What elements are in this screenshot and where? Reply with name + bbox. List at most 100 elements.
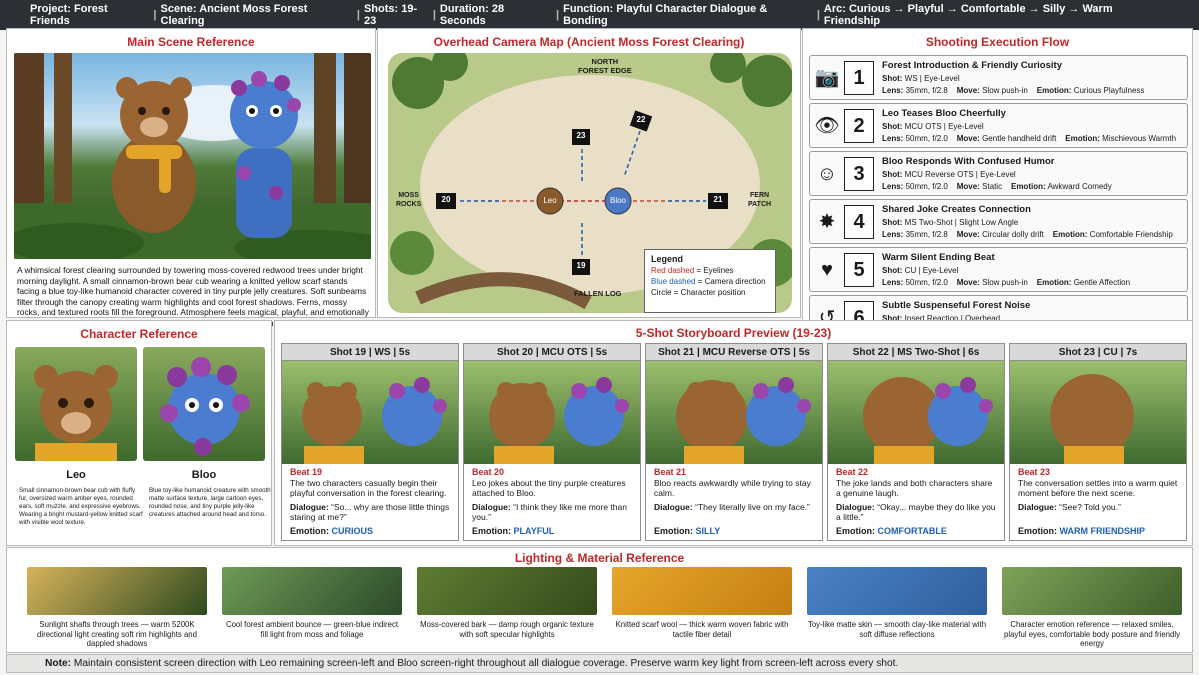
beat-text: The two characters casually begin their … bbox=[290, 477, 447, 499]
north-label: NORTH bbox=[591, 57, 619, 66]
flow-step-number: 1 bbox=[844, 61, 874, 95]
shot-frame bbox=[1010, 361, 1186, 464]
move-label: Move: bbox=[956, 182, 980, 191]
shot-header: Shot 19 | WS | 5s bbox=[282, 344, 458, 361]
shot-emotion: Emotion: COMFORTABLE bbox=[836, 526, 947, 536]
lighting-swatch: Cool forest ambient bounce — green-blue … bbox=[222, 567, 402, 649]
swatch-image bbox=[27, 567, 207, 615]
legend-circle: Circle = Character position bbox=[651, 288, 746, 297]
dialogue-text: “They literally live on my face.” bbox=[695, 501, 810, 512]
storyboard-shot: Shot 19 | WS | 5s Beat 19 The two characte… bbox=[281, 343, 459, 541]
move-value: Slow push-in bbox=[982, 278, 1028, 287]
lens-value: 50mm, f/2.0 bbox=[905, 134, 948, 143]
storyboard-shot: Shot 21 | MCU Reverse OTS | 5s Beat 21 Blo… bbox=[645, 343, 823, 541]
dialogue-label: Dialogue: bbox=[836, 501, 875, 512]
flow-step-title: Warm Silent Ending Beat bbox=[882, 252, 995, 263]
camera-21-label: 21 bbox=[713, 195, 723, 204]
shot-illustration bbox=[863, 377, 993, 464]
move-label: Move: bbox=[956, 134, 980, 143]
emotion-label: Emotion: bbox=[1036, 278, 1072, 287]
lens-label: Lens: bbox=[882, 182, 904, 191]
lighting-swatch: Character emotion reference — relaxed sm… bbox=[1002, 567, 1182, 649]
flow-step-number: 3 bbox=[844, 157, 874, 191]
character-reference-title: Character Reference bbox=[80, 327, 198, 341]
swatch-caption: Sunlight shafts through trees — warm 520… bbox=[37, 620, 197, 649]
flow-step: ☺ 3 Bloo Responds With Confused Humor Shot:… bbox=[809, 151, 1188, 196]
dialogue-label: Dialogue: bbox=[1018, 501, 1057, 512]
flow-step-title: Subtle Suspenseful Forest Noise bbox=[882, 300, 1031, 311]
shot-frame bbox=[646, 361, 822, 464]
separator: | bbox=[816, 9, 820, 21]
swatch-caption: Knitted scarf wool — thick warm woven fa… bbox=[615, 620, 789, 639]
bloo-description: Blue toy-like humanoid creature with smo… bbox=[149, 487, 271, 518]
swatch-caption: Cool forest ambient bounce — green-blue … bbox=[225, 620, 399, 639]
emotion-value: Gentle Affection bbox=[1073, 278, 1131, 287]
lighting-swatch: Knitted scarf wool — thick warm woven fa… bbox=[612, 567, 792, 649]
shot-illustration bbox=[302, 377, 447, 464]
separator: | bbox=[356, 9, 360, 21]
flow-step-meta: Lens: 50mm, f/2.0 Move: Gentle handheld … bbox=[882, 134, 1176, 143]
label-moss-rocks: MOSS ROCKS bbox=[396, 191, 421, 209]
camera-map-panel: Overhead Camera Map (Ancient Moss Forest… bbox=[377, 28, 801, 318]
lighting-swatch: Toy-like matte skin — smooth clay-like m… bbox=[807, 567, 987, 649]
note-label: Note: bbox=[45, 658, 72, 669]
flow-step-number: 2 bbox=[844, 109, 874, 143]
leo-marker-label: Leo bbox=[543, 196, 557, 205]
dialogue-label: Dialogue: bbox=[290, 501, 329, 512]
camera-icon: 📷 bbox=[814, 67, 840, 89]
shot-emotion: Emotion: WARM FRIENDSHIP bbox=[1018, 526, 1145, 536]
emotion-value: Curious Playfulness bbox=[1073, 86, 1145, 95]
lighting-panel: Lighting & Material Reference Sunlight s… bbox=[6, 547, 1193, 653]
legend-blue-desc: = Camera direction bbox=[695, 277, 766, 286]
flow-step-title: Leo Teases Bloo Cheerfully bbox=[882, 108, 1006, 119]
lens-value: 50mm, f/2.0 bbox=[905, 182, 948, 191]
header-arc: Arc: Curious → Playful → Comfortable → S… bbox=[823, 3, 1113, 27]
dialogue-line: Dialogue: “Okay... maybe they do like yo… bbox=[836, 502, 996, 523]
label-north: NORTH FOREST EDGE bbox=[578, 57, 632, 75]
leo-portrait bbox=[15, 347, 137, 461]
emotion-value: Mischievous Warmth bbox=[1102, 134, 1177, 143]
emotion-label: Emotion: bbox=[472, 526, 511, 536]
flow-step-meta: Lens: 50mm, f/2.0 Move: Slow push-in Emo… bbox=[882, 278, 1130, 287]
shot-illustration bbox=[1050, 374, 1134, 464]
storyboard-shot: Shot 23 | CU | 7s Beat 23 The conversation… bbox=[1009, 343, 1187, 541]
shot-header: Shot 22 | MS Two-Shot | 6s bbox=[828, 344, 1004, 361]
flow-step-meta: Lens: 35mm, f/2.8 Move: Circular dolly d… bbox=[882, 230, 1173, 239]
emotion-value: PLAYFUL bbox=[513, 526, 555, 536]
lighting-swatch: Sunlight shafts through trees — warm 520… bbox=[27, 567, 207, 649]
dialogue-label: Dialogue: bbox=[654, 501, 693, 512]
lighting-swatches: Sunlight shafts through trees — warm 520… bbox=[27, 567, 1182, 649]
header-scene: Scene: Ancient Moss Forest Clearing bbox=[160, 3, 308, 27]
main-scene-title: Main Scene Reference bbox=[127, 35, 255, 49]
flow-step-title: Forest Introduction & Friendly Curiosity bbox=[882, 60, 1062, 71]
move-value: Gentle handheld drift bbox=[982, 134, 1057, 143]
lens-label: Lens: bbox=[882, 278, 904, 287]
lens-value: 35mm, f/2.8 bbox=[905, 86, 948, 95]
swatch-image bbox=[807, 567, 987, 615]
flow-step: ✸ 4 Shared Joke Creates Connection Shot: MS… bbox=[809, 199, 1188, 244]
shot-illustration bbox=[489, 377, 629, 464]
label-fern-patch: FERN PATCH bbox=[748, 191, 771, 209]
shot-header: Shot 20 | MCU OTS | 5s bbox=[464, 344, 640, 361]
storyboard-shot: Shot 20 | MCU OTS | 5s Beat 20 Leo jokes a… bbox=[463, 343, 641, 541]
emotion-label: Emotion: bbox=[654, 526, 693, 536]
flow-step: 👁 2 Leo Teases Bloo Cheerfully Shot: MCU OT… bbox=[809, 103, 1188, 148]
emotion-value: WARM FRIENDSHIP bbox=[1059, 526, 1146, 536]
swatch-caption: Character emotion reference — relaxed sm… bbox=[1004, 620, 1180, 649]
flow-step-meta: Lens: 35mm, f/2.8 Move: Slow push-in Emo… bbox=[882, 86, 1144, 95]
swatch-caption: Toy-like matte skin — smooth clay-like m… bbox=[807, 620, 987, 639]
bloo-portrait bbox=[143, 347, 265, 461]
shooting-flow-list: 📷 1 Forest Introduction & Friendly Curiosi… bbox=[809, 55, 1188, 343]
separator: | bbox=[153, 9, 157, 21]
lens-label: Lens: bbox=[882, 86, 904, 95]
swatch-image bbox=[1002, 567, 1182, 615]
emotion-value: SILLY bbox=[695, 526, 721, 536]
emotion-label: Emotion: bbox=[836, 526, 875, 536]
note-text: Maintain consistent screen direction wit… bbox=[71, 658, 899, 669]
shot-label: Shot: bbox=[882, 122, 903, 131]
flow-step-shot: Shot: CU | Eye-Level bbox=[882, 266, 958, 275]
emotion-label: Emotion: bbox=[1018, 526, 1057, 536]
leo-description: Small cinnamon-brown bear cub with fluff… bbox=[19, 487, 143, 526]
emotion-value: Awkward Comedy bbox=[1047, 182, 1112, 191]
flow-step-shot: Shot: MS Two-Shot | Slight Low Angle bbox=[882, 218, 1018, 227]
